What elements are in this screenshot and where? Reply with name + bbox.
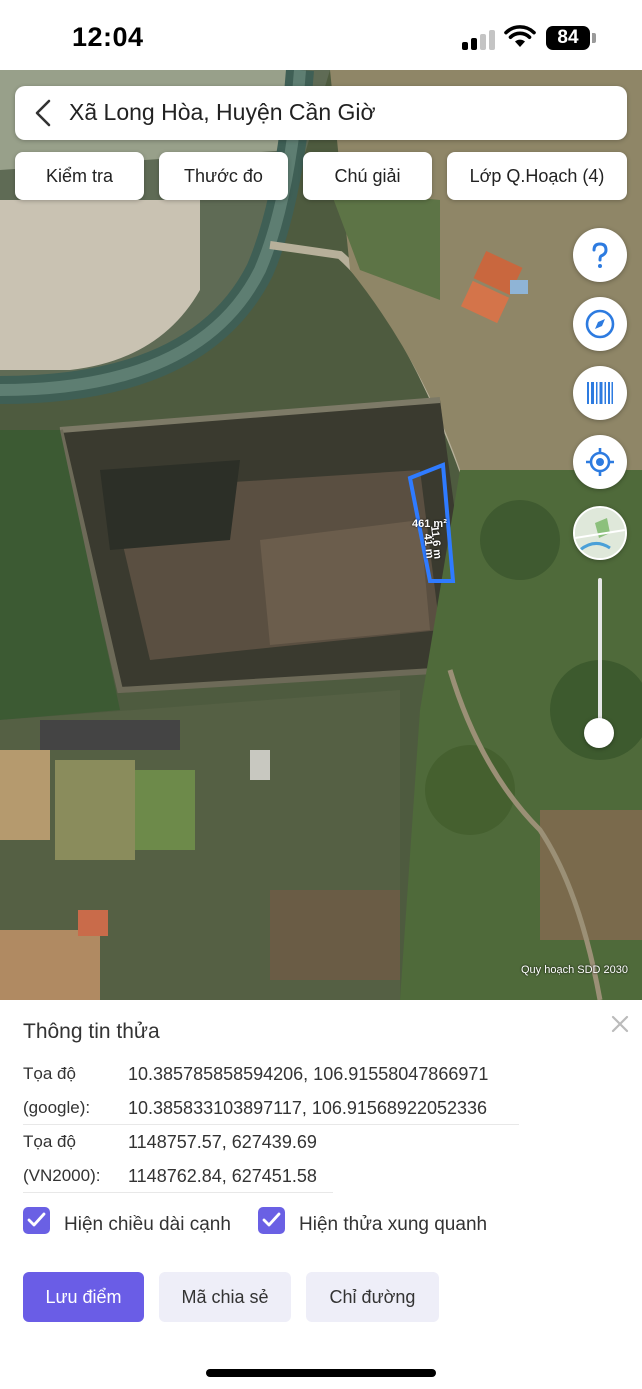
help-button[interactable]: [573, 228, 627, 282]
legend-button[interactable]: Chú giải: [303, 152, 432, 200]
directions-button[interactable]: Chỉ đường: [306, 1272, 439, 1322]
barcode-icon: [587, 382, 613, 404]
wifi-icon: [504, 25, 536, 47]
location-header: Xã Long Hòa, Huyện Cần Giờ: [15, 86, 627, 140]
check-button[interactable]: Kiểm tra: [15, 152, 144, 200]
map-credit: Quy hoạch SDD 2030: [520, 964, 628, 976]
map-layer-icon: [575, 508, 625, 558]
back-arrow-icon[interactable]: [29, 97, 59, 129]
checkmark-icon: [262, 1212, 281, 1227]
close-icon[interactable]: [610, 1014, 630, 1034]
vn2000-coords-value: 1148757.57, 627439.69: [128, 1132, 317, 1152]
show-edge-lengths-checkbox[interactable]: [23, 1207, 50, 1234]
google-coords-label: Tọa độ: [23, 1064, 76, 1083]
planning-layer-button[interactable]: Lớp Q.Hoạch (4): [447, 152, 627, 200]
battery-icon: [592, 33, 596, 43]
google-coords-value: 10.385785858594206, 106.91558047866971: [128, 1064, 489, 1084]
show-neighbors-checkbox[interactable]: [258, 1207, 285, 1234]
status-time: 12:04: [72, 22, 144, 52]
locate-button[interactable]: [573, 435, 627, 489]
compass-button[interactable]: [573, 297, 627, 351]
map-layer-thumbnail[interactable]: [573, 506, 627, 560]
sheet-title: Thông tin thửa: [23, 1020, 160, 1043]
google-coords-value: 10.385833103897117, 106.91568922052336: [128, 1098, 488, 1118]
satellite-map[interactable]: 461 m² 11.6 m 41 m Xã Long Hòa, Huyện Cầ…: [0, 70, 642, 1000]
home-indicator[interactable]: [206, 1369, 436, 1377]
location-title: Xã Long Hòa, Huyện Cần Giờ: [69, 99, 376, 125]
vn2000-coords-label: Tọa độ: [23, 1132, 76, 1151]
cellular-signal-icon: [462, 28, 496, 50]
show-edge-lengths-label[interactable]: Hiện chiều dài cạnh: [64, 1214, 231, 1236]
battery-level: 84: [546, 26, 590, 50]
zoom-slider-handle[interactable]: [584, 718, 614, 748]
checkmark-icon: [27, 1212, 46, 1227]
parcel-side-label: 41 m: [421, 533, 436, 560]
google-coords-label: (google):: [23, 1098, 91, 1117]
question-icon: [592, 242, 608, 268]
status-bar: 12:04 84: [0, 0, 642, 72]
satellite-imagery: [0, 70, 642, 1000]
barcode-button[interactable]: [573, 366, 627, 420]
save-point-button[interactable]: Lưu điểm: [23, 1272, 144, 1322]
vn2000-coords-label: (VN2000):: [23, 1166, 101, 1185]
locate-icon: [586, 448, 614, 476]
parcel-info-sheet: Thông tin thửa Tọa độ 10.385785858594206…: [0, 1000, 642, 1389]
zoom-slider-track[interactable]: [598, 578, 602, 730]
compass-icon: [585, 309, 615, 339]
divider: [23, 1124, 519, 1125]
divider: [23, 1192, 333, 1193]
share-code-button[interactable]: Mã chia sẻ: [159, 1272, 291, 1322]
vn2000-coords-value: 1148762.84, 627451.58: [128, 1166, 317, 1186]
measure-button[interactable]: Thước đo: [159, 152, 288, 200]
show-neighbors-label[interactable]: Hiện thửa xung quanh: [299, 1214, 487, 1236]
